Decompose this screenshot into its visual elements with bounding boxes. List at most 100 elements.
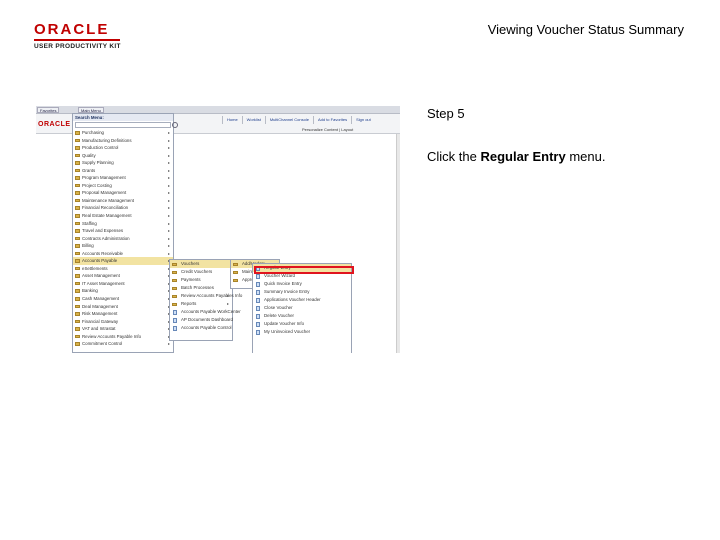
menu-item-batch-processes[interactable]: Batch Processes — [170, 284, 232, 292]
nav-add-favorites[interactable]: Add to Favorites — [312, 116, 351, 124]
menu-item-staffing[interactable]: Staffing ▸ — [73, 220, 173, 228]
menu-item-label: AP Documents Dashboard — [181, 317, 233, 322]
menu-item-financial-gateway[interactable]: Financial Gateway▸ — [73, 318, 173, 326]
menu-item-accounts-payable-control[interactable]: Accounts Payable Control — [170, 324, 232, 332]
menu-item-commitment-control[interactable]: Commitment Control ▸ — [73, 340, 173, 348]
nav-home[interactable]: Home — [222, 116, 242, 124]
menu-item-contracts-administration[interactable]: Contracts Administration ▸ — [73, 235, 173, 243]
menu-item-label: Contracts Administration — [82, 235, 130, 241]
menu-item-label: Quality — [82, 152, 96, 158]
chevron-right-icon: ▸ — [167, 235, 170, 241]
menu-item-risk-management[interactable]: Risk Management▸ — [73, 310, 173, 318]
menu-item-esettlements[interactable]: eSettlements▸ — [73, 265, 173, 273]
folder-icon — [75, 312, 80, 316]
folder-icon — [172, 286, 177, 290]
menu-item-accounts-payable[interactable]: Accounts Payable▸ — [73, 257, 173, 265]
menu-item-grants[interactable]: Grants ▸ — [73, 167, 173, 175]
nav-multichannel[interactable]: MultiChannel Console — [264, 116, 313, 124]
document-icon — [256, 306, 260, 311]
menu-item-close-voucher[interactable]: Close Voucher — [253, 304, 351, 312]
folder-icon — [75, 191, 80, 195]
menu-item-label: VAT and Intrastat — [82, 326, 116, 332]
folder-icon — [75, 266, 80, 271]
menu-item-label: eSettlements — [82, 265, 108, 271]
chevron-right-icon: ▸ — [167, 152, 170, 158]
menu-item-label: Review Accounts Payable Info — [82, 333, 142, 339]
folder-icon — [172, 262, 177, 266]
menu-item-my-uninvoiced-voucher[interactable]: My Uninvoiced Voucher — [253, 328, 351, 336]
menu-item-deal-management[interactable]: Deal Management▸ — [73, 303, 173, 311]
folder-icon — [75, 334, 80, 339]
menu-item-it-asset-management[interactable]: IT Asset Management▸ — [73, 280, 173, 288]
menu-item-asset-management[interactable]: Asset Management▸ — [73, 272, 173, 280]
menu-item-accounts-payable-workcenter[interactable]: Accounts Payable WorkCenter — [170, 308, 241, 316]
menu-item-label: Summary Invoice Entry — [264, 289, 310, 294]
search-icon[interactable] — [172, 122, 178, 128]
document-icon — [256, 298, 260, 303]
menu-item-project-costing[interactable]: Project Costing ▸ — [73, 182, 173, 190]
menu-item-ap-documents-dashboard[interactable]: AP Documents Dashboard — [170, 316, 233, 324]
menu-item-label: Real Estate Management — [82, 213, 132, 219]
folder-icon — [75, 259, 80, 263]
chevron-right-icon: ▸ — [167, 220, 170, 226]
menu-item-review-accounts-payables-info[interactable]: Review Accounts Payables Info ▸ — [170, 292, 242, 300]
menu-item-label: Financial Gateway — [82, 318, 119, 324]
menu-item-production-control[interactable]: Production Control ▸ — [73, 144, 173, 152]
folder-icon — [75, 274, 80, 278]
folder-icon — [75, 319, 80, 324]
menu-item-billing[interactable]: Billing ▸ — [73, 242, 173, 250]
menu-item-applications-voucher-header[interactable]: Applications Voucher Header — [253, 296, 351, 304]
menu-item-label: Accounts Payable — [82, 258, 118, 264]
menu-item-program-management[interactable]: Program Management ▸ — [73, 174, 173, 182]
chevron-right-icon: ▸ — [167, 182, 170, 188]
menu-item-delete-voucher[interactable]: Delete Voucher — [253, 312, 351, 320]
menu-item-travel-and-expenses[interactable]: Travel and Expenses ▸ — [73, 227, 173, 235]
menu-item-label: Accounts Receivable — [82, 250, 124, 256]
menu-item-real-estate-management[interactable]: Real Estate Management ▸ — [73, 212, 173, 220]
menu-item-banking[interactable]: Banking▸ — [73, 287, 173, 295]
menu-item-manufacturing-definitions[interactable]: Manufacturing Definitions ▸ — [73, 137, 173, 145]
document-title: Viewing Voucher Status Summary — [487, 22, 684, 37]
document-icon — [256, 282, 260, 287]
menu-item-quality[interactable]: Quality ▸ — [73, 152, 173, 160]
vertical-scrollbar[interactable] — [396, 134, 400, 353]
search-menu-input[interactable] — [75, 122, 178, 128]
document-icon — [256, 290, 260, 295]
menu-item-review-accounts-payable-info[interactable]: Review Accounts Payable Info▸ — [73, 333, 173, 341]
menu-item-accounts-receivable[interactable]: Accounts Receivable ▸ — [73, 250, 173, 258]
menu-item-update-voucher-info[interactable]: Update Voucher Info — [253, 320, 351, 328]
menu-item-reports[interactable]: Reports ▸ — [170, 300, 232, 308]
document-icon — [256, 274, 260, 279]
menu-item-label: Update Voucher Info — [264, 321, 305, 326]
nav-sign-out[interactable]: Sign out — [351, 116, 375, 124]
chevron-right-icon: ▸ — [167, 341, 170, 347]
folder-icon — [75, 176, 80, 180]
menu-item-financial-reconciliation[interactable]: Financial Reconciliation ▸ — [73, 204, 173, 212]
menu-item-maintenance-management[interactable]: Maintenance Management ▸ — [73, 197, 173, 205]
folder-icon — [75, 327, 80, 331]
menu-item-cash-management[interactable]: Cash Management▸ — [73, 295, 173, 303]
chevron-right-icon: ▸ — [167, 137, 170, 143]
menu-item-purchasing[interactable]: Purchasing ▸ — [73, 129, 173, 137]
menu-item-vat-and-intrastat[interactable]: VAT and Intrastat▸ — [73, 325, 173, 333]
menu-item-quick-invoice-entry[interactable]: Quick Invoice Entry — [253, 280, 351, 288]
chevron-right-icon: ▸ — [167, 190, 170, 196]
folder-icon — [75, 153, 80, 158]
chevron-right-icon: ▸ — [167, 167, 170, 173]
mini-oracle-logo: ORACLE — [38, 121, 71, 128]
menu-item-vouchers[interactable]: Vouchers — [170, 260, 232, 268]
menu-item-proposal-management[interactable]: Proposal Management ▸ — [73, 189, 173, 197]
menu-item-supply-planning[interactable]: Supply Planning ▸ — [73, 159, 173, 167]
menu-item-summary-invoice-entry[interactable]: Summary Invoice Entry — [253, 288, 351, 296]
document-icon — [173, 310, 177, 315]
document-icon — [256, 322, 260, 327]
nav-worklist[interactable]: Worklist — [241, 116, 265, 124]
chevron-right-icon: ▸ — [167, 243, 170, 249]
menu-item-payments[interactable]: Payments — [170, 276, 232, 284]
tab-favorites[interactable]: Favorites — [37, 107, 60, 113]
folder-icon — [75, 198, 80, 203]
menu-item-credit-vouchers[interactable]: Credit Vouchers — [170, 268, 232, 276]
menu-item-label: Staffing — [82, 220, 97, 226]
personalize-link[interactable]: Personalize Content | Layout — [302, 127, 353, 132]
folder-icon — [75, 251, 80, 256]
